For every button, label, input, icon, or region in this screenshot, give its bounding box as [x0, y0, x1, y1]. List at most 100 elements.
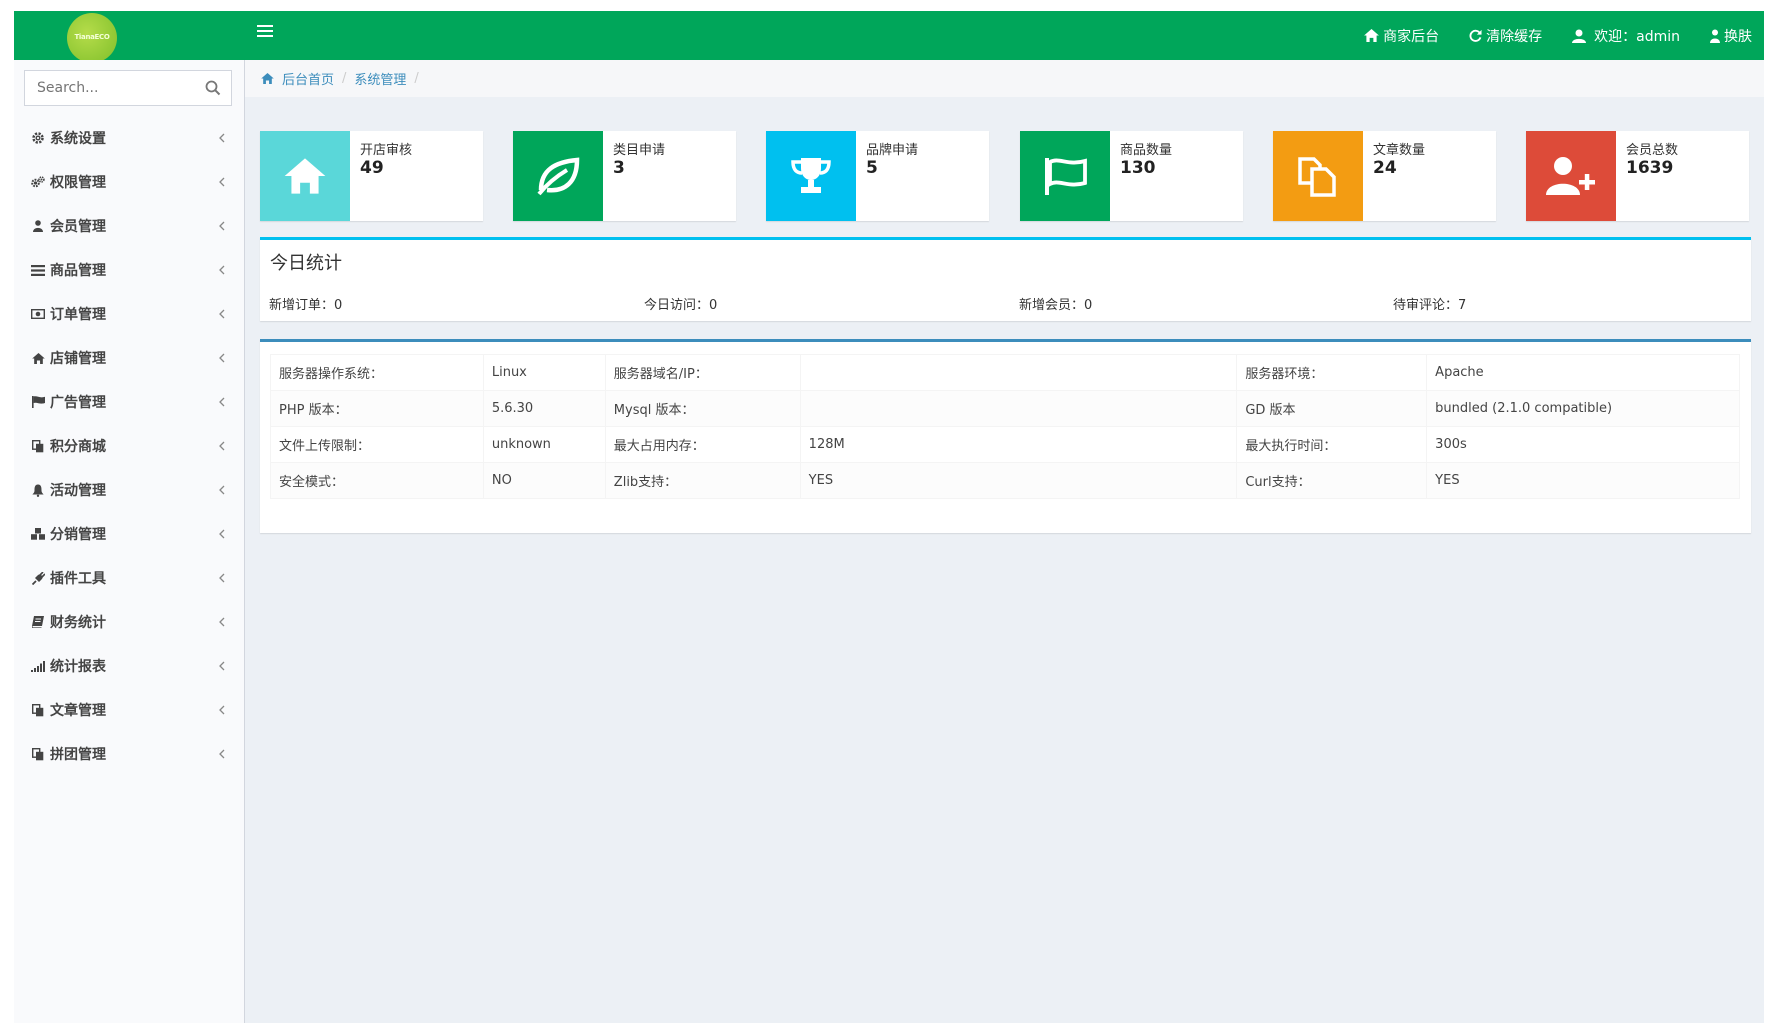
- sidebar-item-group-buy[interactable]: 拼团管理: [14, 732, 244, 776]
- chevron-left-icon: [219, 661, 225, 671]
- nav-label: 换肤: [1724, 28, 1752, 45]
- list-icon: [31, 263, 45, 277]
- chevron-left-icon: [219, 529, 225, 539]
- sidebar-toggle-button[interactable]: [257, 25, 273, 41]
- today-stats-box: 今日统计 新增订单：0 今日访问：0 新增会员：0 待审评论：7: [260, 237, 1751, 321]
- table-cell: [799, 390, 1238, 427]
- sidebar-menu: 系统设置 权限管理 会员管理 商品管理 订单管理 店铺管理 广告管理 积分商城 …: [14, 116, 244, 776]
- info-box-icon: [260, 131, 350, 221]
- table-cell: 服务器环境：: [1236, 354, 1428, 391]
- sidebar-item-orders[interactable]: 订单管理: [14, 292, 244, 336]
- admin-app: TianaECO 商家后台 清除缓存 欢迎：admin 换肤 Search...…: [14, 11, 1764, 1023]
- table-cell: Curl支持：: [1236, 462, 1428, 499]
- chevron-left-icon: [219, 485, 225, 495]
- hamburger-icon: [257, 25, 273, 27]
- table-row: 服务器操作系统： Linux 服务器域名/IP： 服务器环境： Apache: [270, 354, 1740, 391]
- clear-cache-link[interactable]: 清除缓存: [1469, 26, 1542, 46]
- user-icon: [31, 219, 45, 233]
- sidebar-item-label: 分销管理: [50, 527, 106, 543]
- plug-icon: [31, 571, 45, 585]
- info-box-category-apply[interactable]: 类目申请 3: [513, 131, 736, 221]
- info-box-brand-apply[interactable]: 品牌申请 5: [766, 131, 989, 221]
- refresh-icon: [1469, 29, 1482, 42]
- info-box-value: 24: [1373, 158, 1397, 178]
- table-cell: 最大执行时间：: [1236, 426, 1428, 463]
- sidebar-item-reports[interactable]: 统计报表: [14, 644, 244, 688]
- copy-icon: [31, 747, 45, 761]
- today-stats-title: 今日统计: [270, 253, 342, 274]
- info-box-label: 开店审核: [360, 143, 413, 158]
- sidebar-item-members[interactable]: 会员管理: [14, 204, 244, 248]
- gears-icon: [31, 175, 45, 189]
- chevron-left-icon: [219, 265, 225, 275]
- nav-label: 清除缓存: [1486, 28, 1543, 45]
- user-menu[interactable]: 欢迎：admin: [1572, 26, 1680, 46]
- stat-pending-comments: 待审评论：7: [1393, 298, 1467, 313]
- info-box-value: 5: [866, 158, 878, 178]
- sidebar-item-ads[interactable]: 广告管理: [14, 380, 244, 424]
- chevron-left-icon: [219, 573, 225, 583]
- info-box-value: 3: [613, 158, 625, 178]
- table-cell: 5.6.30: [482, 390, 606, 427]
- logo-text: TianaECO: [74, 33, 110, 41]
- table-cell: 安全模式：: [270, 462, 484, 499]
- breadcrumb-home-link[interactable]: 后台首页: [282, 69, 334, 88]
- copy-icon: [1298, 157, 1336, 197]
- table-cell: 300s: [1426, 426, 1740, 463]
- sidebar-item-system-settings[interactable]: 系统设置: [14, 116, 244, 160]
- info-box-product-count[interactable]: 商品数量 130: [1020, 131, 1243, 221]
- main-content: 后台首页 / 系统管理 / 开店审核 49 类目申请 3 品牌申请 5 商品数量…: [245, 60, 1764, 1023]
- chevron-left-icon: [219, 309, 225, 319]
- change-skin-link[interactable]: 换肤: [1710, 26, 1752, 46]
- table-cell: YES: [799, 462, 1238, 499]
- info-box-member-total[interactable]: 会员总数 1639: [1526, 131, 1749, 221]
- chevron-left-icon: [219, 221, 225, 231]
- chevron-left-icon: [219, 353, 225, 363]
- info-box-value: 49: [360, 158, 384, 178]
- stat-today-visits: 今日访问：0: [644, 298, 718, 313]
- table-cell: YES: [1426, 462, 1740, 499]
- sidebar-item-permissions[interactable]: 权限管理: [14, 160, 244, 204]
- info-box-icon: [513, 131, 603, 221]
- trophy-icon: [791, 158, 831, 193]
- breadcrumb-separator: /: [342, 71, 347, 86]
- breadcrumb-system-link[interactable]: 系统管理: [354, 69, 406, 88]
- table-cell: NO: [482, 462, 606, 499]
- sidebar-item-points-mall[interactable]: 积分商城: [14, 424, 244, 468]
- table-cell: unknown: [482, 426, 606, 463]
- breadcrumb-separator: /: [414, 71, 419, 86]
- table-cell: PHP 版本：: [270, 390, 484, 427]
- sidebar-item-label: 系统设置: [50, 131, 106, 147]
- logo[interactable]: TianaECO: [67, 13, 117, 63]
- table-row: PHP 版本： 5.6.30 Mysql 版本： GD 版本 bundled (…: [270, 390, 1740, 427]
- sidebar-item-distribution[interactable]: 分销管理: [14, 512, 244, 556]
- search-icon[interactable]: [205, 80, 221, 96]
- table-cell: 服务器操作系统：: [270, 354, 484, 391]
- copy-icon: [31, 439, 45, 453]
- sidebar-item-plugins[interactable]: 插件工具: [14, 556, 244, 600]
- info-box-label: 文章数量: [1373, 143, 1426, 158]
- sidebar-item-articles[interactable]: 文章管理: [14, 688, 244, 732]
- merchant-backend-link[interactable]: 商家后台: [1364, 26, 1439, 46]
- home-icon: [1364, 29, 1380, 42]
- info-box-store-review[interactable]: 开店审核 49: [260, 131, 483, 221]
- table-cell: 服务器域名/IP：: [604, 354, 801, 391]
- sidebar-item-products[interactable]: 商品管理: [14, 248, 244, 292]
- info-box-article-count[interactable]: 文章数量 24: [1273, 131, 1496, 221]
- sidebar-item-stores[interactable]: 店铺管理: [14, 336, 244, 380]
- info-box-label: 类目申请: [613, 143, 666, 158]
- info-box-value: 130: [1120, 158, 1156, 178]
- table-cell: 128M: [799, 426, 1238, 463]
- sidebar-item-label: 活动管理: [50, 483, 106, 499]
- nav-label: 商家后台: [1383, 28, 1440, 45]
- table-cell: 文件上传限制：: [270, 426, 484, 463]
- info-box-label: 商品数量: [1120, 143, 1173, 158]
- sidebar-item-label: 拼团管理: [50, 747, 106, 763]
- home-icon: [31, 351, 45, 365]
- search-input[interactable]: [25, 71, 195, 105]
- sidebar-item-activities[interactable]: 活动管理: [14, 468, 244, 512]
- money-icon: [31, 307, 45, 321]
- sidebar-item-label: 会员管理: [50, 219, 106, 235]
- bell-icon: [31, 483, 45, 497]
- sidebar-item-finance[interactable]: 财务统计: [14, 600, 244, 644]
